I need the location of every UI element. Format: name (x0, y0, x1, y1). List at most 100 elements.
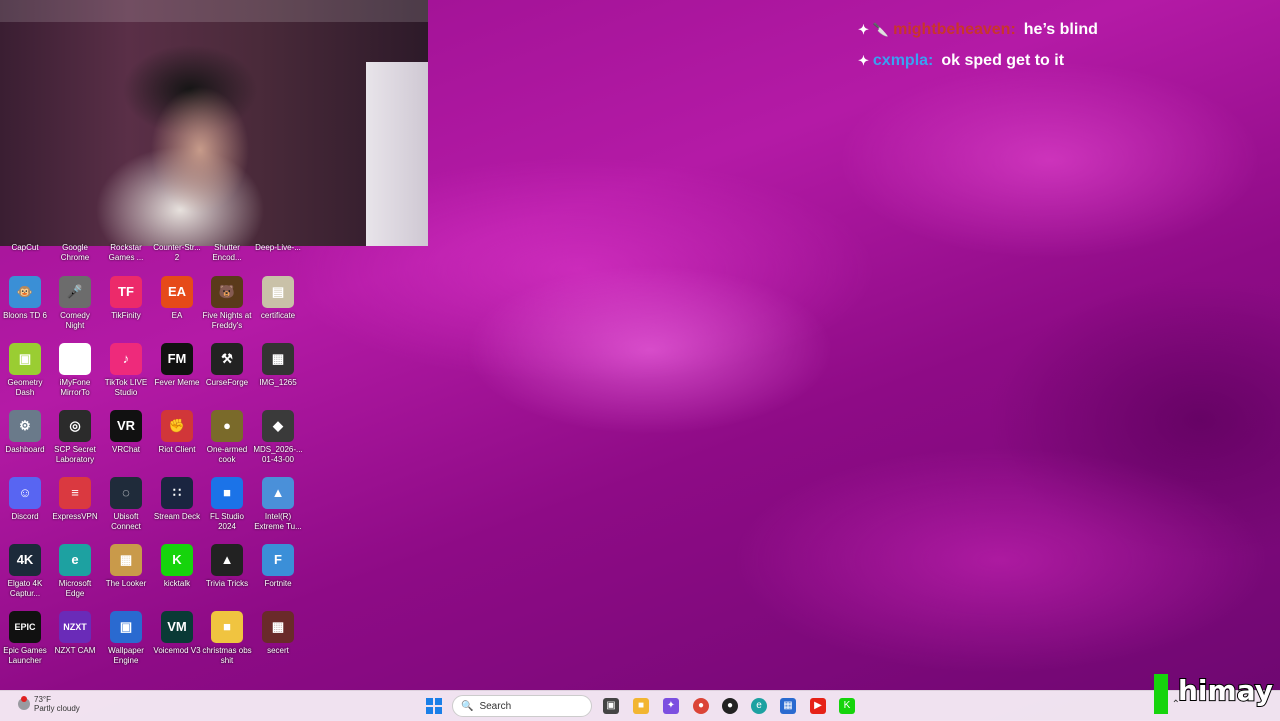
app-icon: 🐻 (211, 276, 243, 308)
desktop-icon[interactable]: CapCut (0, 243, 50, 253)
desktop-icon[interactable]: Shutter Encod... (202, 243, 252, 263)
desktop-icon-label: Elgato 4K Captur... (7, 579, 43, 598)
edge-icon[interactable]: e (751, 698, 767, 714)
obs-icon[interactable]: ● (722, 698, 738, 714)
app-icon: e (59, 544, 91, 576)
desktop-icon[interactable]: ☺ Discord (0, 477, 50, 522)
desktop-icon[interactable]: ▲ Trivia Tricks (202, 544, 252, 589)
desktop-icon[interactable]: 🐻 Five Nights at Freddy's (202, 276, 252, 331)
desktop-icon-label: Microsoft Edge (58, 579, 92, 598)
desktop-icon[interactable]: ▣ Geometry Dash (0, 343, 50, 398)
desktop-icon-label: Fever Meme (154, 378, 200, 387)
chat-message: ✦ 🔪 mightbeheaven: he’s blind (858, 14, 1098, 45)
app-icon: ◌ (110, 477, 142, 509)
windows-logo-icon (426, 698, 433, 705)
app-icon: ✊ (161, 410, 193, 442)
desktop-icon[interactable]: TF TikFinity (101, 276, 151, 321)
desktop-icon[interactable]: e Microsoft Edge (50, 544, 100, 599)
app-icon: NZXT (59, 611, 91, 643)
app-icon: ≡ (59, 477, 91, 509)
file-explorer-icon[interactable]: ■ (633, 698, 649, 714)
desktop-icon-label: Comedy Night (60, 311, 90, 330)
desktop-icon[interactable]: ≡ ExpressVPN (50, 477, 100, 522)
desktop-icon[interactable]: ∷ Stream Deck (152, 477, 202, 522)
desktop-icon[interactable]: Kkicktalk (152, 544, 202, 589)
desktop-icon[interactable]: ⚒ CurseForge (202, 343, 252, 388)
desktop-icon[interactable]: NZXT NZXT CAM (50, 611, 100, 656)
app-icon: ● (211, 410, 243, 442)
desktop-icon-label: Epic Games Launcher (3, 646, 47, 665)
desktop-icon[interactable]: 4K Elgato 4K Captur... (0, 544, 50, 599)
desktop-icon[interactable]: Google Chrome (50, 243, 100, 263)
start-button[interactable] (426, 698, 442, 714)
desktop-icon[interactable]: ■ FL Studio 2024 (202, 477, 252, 532)
desktop-icon[interactable]: ▢ iMyFone MirrorTo (50, 343, 100, 398)
weather-temp: 73°F (34, 695, 51, 704)
desktop-icon[interactable]: 🎤 Comedy Night (50, 276, 100, 331)
desktop-icon[interactable]: F Fortnite (253, 544, 303, 589)
chat-overlay: ✦ 🔪 mightbeheaven: he’s blind ✦ cxmpla: … (858, 14, 1098, 76)
app-icon: ▦ (110, 544, 142, 576)
desktop-icon[interactable]: Counter-Str... 2 (152, 243, 202, 263)
desktop-icon[interactable]: ⚙ Dashboard (0, 410, 50, 455)
logo-bar (1154, 674, 1168, 714)
chat-badge-icon: ✦ (858, 21, 869, 37)
desktop-icon[interactable]: ◎ SCP Secret Laboratory (50, 410, 100, 465)
weather-widget[interactable]: 73°F Partly cloudy (18, 695, 80, 713)
kick-icon[interactable]: K (839, 698, 855, 714)
search-label: Search (479, 700, 512, 712)
desktop-icon[interactable]: ▤ certificate (253, 276, 303, 321)
desktop-icon[interactable]: ● One-armed cook (202, 410, 252, 465)
desktop-icon-label: Shutter Encod... (212, 243, 242, 262)
desktop-icon-label: Dashboard (5, 445, 45, 454)
desktop-icon-label: christmas obs shit (202, 646, 252, 665)
desktop-icon[interactable]: ◆ MDS_2026-... 01-43-00 (253, 410, 303, 465)
desktop-icon-label: CapCut (11, 243, 39, 252)
weather-icon (18, 696, 30, 710)
task-view-icon[interactable]: ▣ (603, 698, 619, 714)
search-box[interactable]: 🔍 Search (452, 695, 592, 717)
desktop-icon-label: Google Chrome (60, 243, 90, 262)
desktop-icon-label: EA (171, 311, 183, 320)
desktop-icon[interactable]: ▦ The Looker (101, 544, 151, 589)
desktop-icon[interactable]: EA EA (152, 276, 202, 321)
desktop-icon-label: Discord (11, 512, 39, 521)
weather-text: 73°F Partly cloudy (34, 695, 80, 713)
chrome-icon[interactable]: ● (693, 698, 709, 714)
desktop-icon-label: secert (267, 646, 289, 655)
desktop-icon[interactable]: ✊ Riot Client (152, 410, 202, 455)
desktop-icon-label: CurseForge (205, 378, 249, 387)
desktop-icon[interactable]: EPIC Epic Games Launcher (0, 611, 50, 666)
app-icon: TF (110, 276, 142, 308)
desktop-icon[interactable]: ▣ Wallpaper Engine (101, 611, 151, 666)
chat-text: he’s blind (1023, 20, 1098, 38)
desktop-icon-label: kicktalk (163, 579, 191, 588)
desktop-icon[interactable]: ▲ Intel(R) Extreme Tu... (253, 477, 303, 532)
store-icon[interactable]: ▦ (780, 698, 796, 714)
desktop-icon[interactable]: VR VRChat (101, 410, 151, 455)
desktop-icon-label: Riot Client (158, 445, 196, 454)
desktop-icon-label: iMyFone MirrorTo (59, 378, 91, 397)
desktop-icon[interactable]: Rockstar Games ... (101, 243, 151, 263)
app-icon: 4K (9, 544, 41, 576)
desktop-icon-label: TikFinity (111, 311, 141, 320)
desktop-icon[interactable]: Deep-Live-... (253, 243, 303, 253)
app-icon: F (262, 544, 294, 576)
desktop-icon-label: VRChat (111, 445, 140, 454)
desktop-icon-label: ExpressVPN (52, 512, 98, 521)
youtube-icon[interactable]: ▶ (810, 698, 826, 714)
app-icon: EPIC (9, 611, 41, 643)
desktop-icon[interactable]: ■ christmas obs shit (202, 611, 252, 666)
desktop-icon[interactable]: VM Voicemod V3 (152, 611, 202, 656)
desktop-icon[interactable]: ▦ secert (253, 611, 303, 656)
copilot-icon[interactable]: ✦ (663, 698, 679, 714)
desktop-icon[interactable]: ▦ IMG_1265 (253, 343, 303, 388)
desktop-icon[interactable]: FM Fever Meme (152, 343, 202, 388)
desktop-icon[interactable]: ◌ Ubisoft Connect (101, 477, 151, 532)
app-icon: ▣ (9, 343, 41, 375)
streamer-logo: himay (1154, 673, 1274, 714)
desktop-icon[interactable]: ♪ TikTok LIVE Studio (101, 343, 151, 398)
desktop-icon-label: Ubisoft Connect (111, 512, 141, 531)
desktop-icon[interactable]: 🐵 Bloons TD 6 (0, 276, 50, 321)
chat-username: cxmpla: (872, 51, 934, 69)
